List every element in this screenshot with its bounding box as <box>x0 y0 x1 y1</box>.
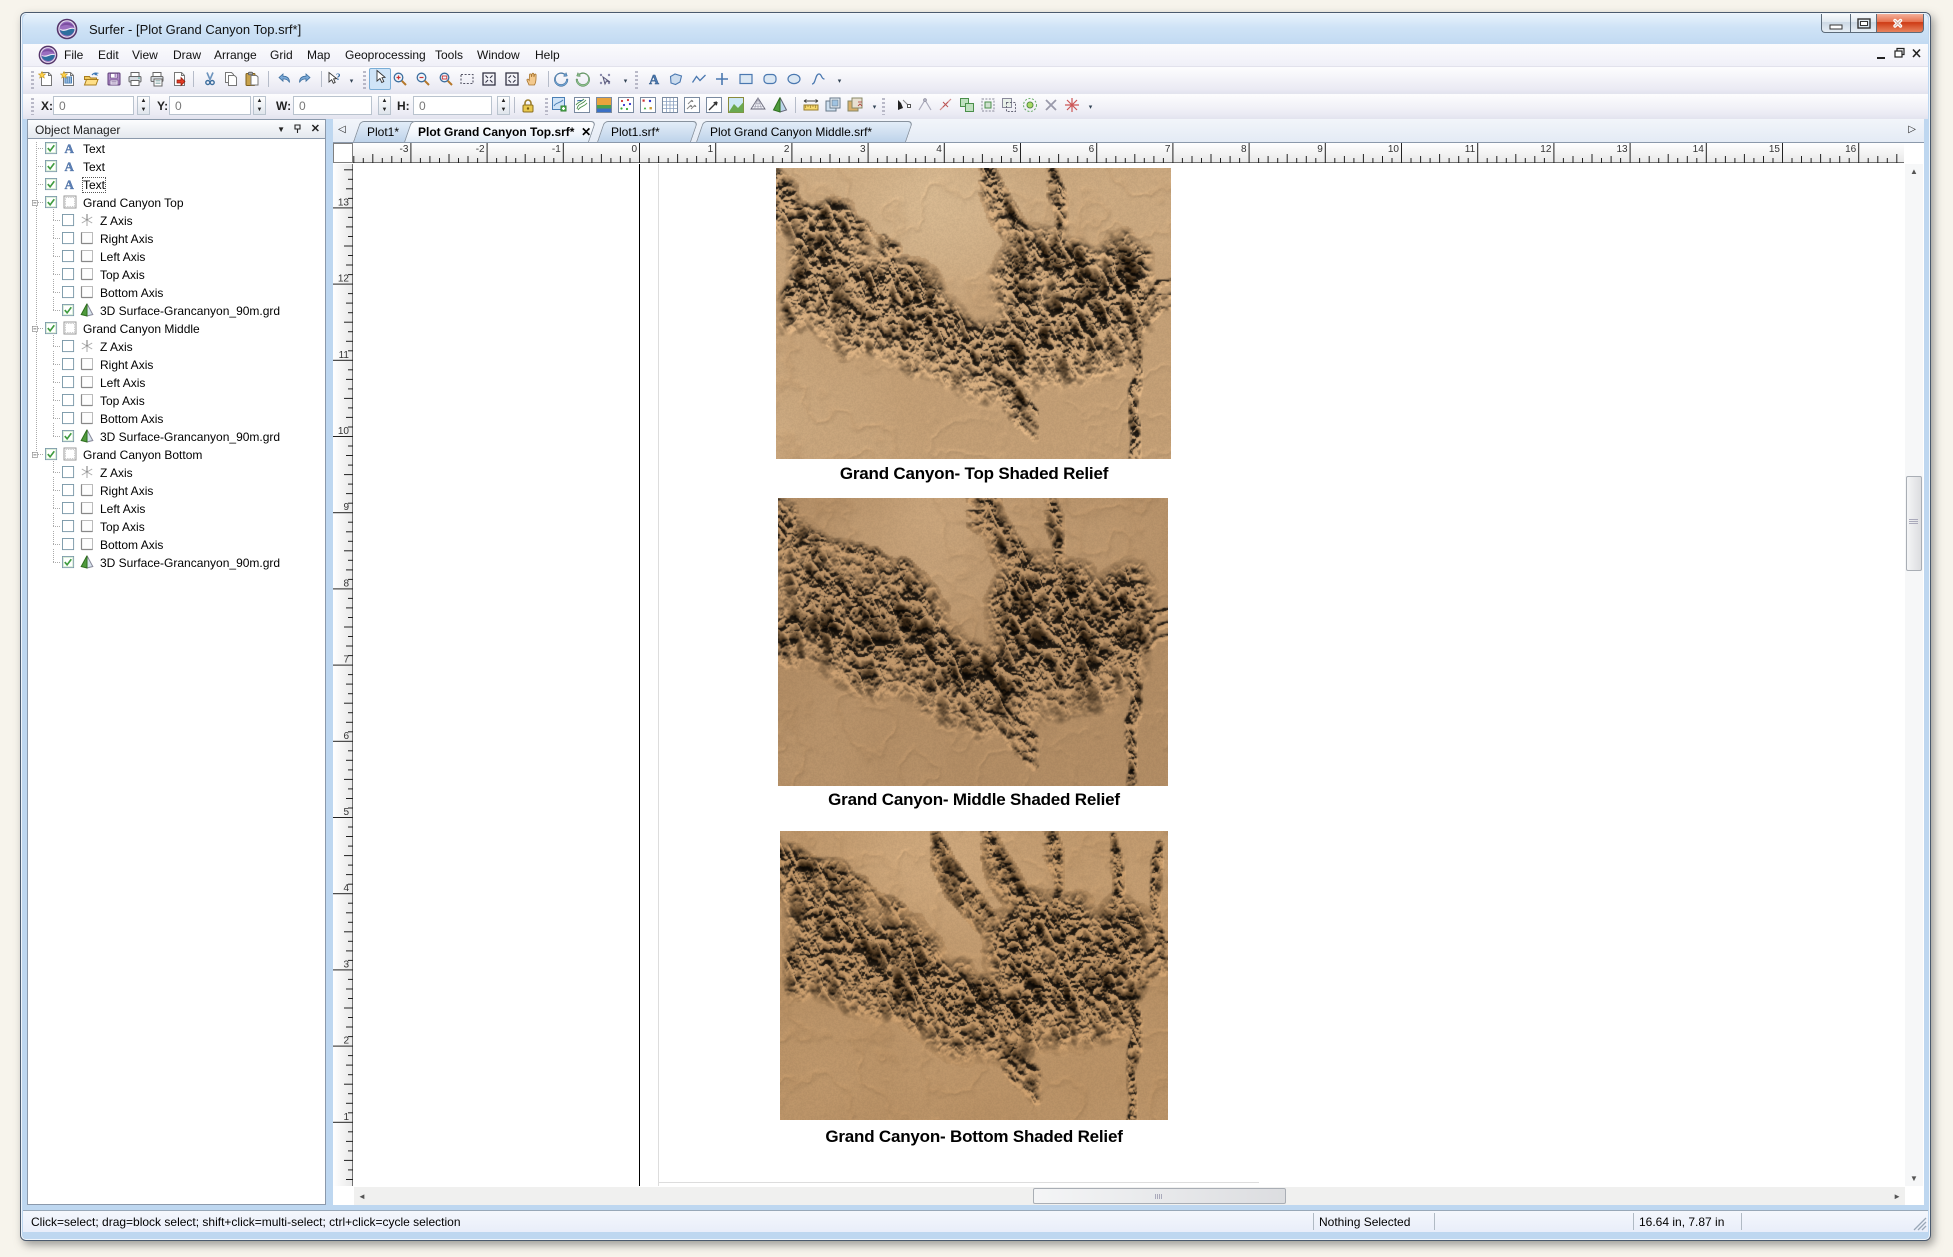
svg-text:3: 3 <box>343 959 349 970</box>
svg-text:5: 5 <box>343 807 349 818</box>
svg-text:2: 2 <box>343 1036 349 1047</box>
svg-text:3: 3 <box>860 144 866 155</box>
svg-text:5: 5 <box>1012 144 1018 155</box>
svg-text:8: 8 <box>343 578 349 589</box>
svg-text:4: 4 <box>936 144 942 155</box>
svg-text:-2: -2 <box>476 144 485 155</box>
svg-text:9: 9 <box>1317 144 1323 155</box>
svg-text:A: A <box>65 141 75 155</box>
svg-text:15: 15 <box>1769 144 1781 155</box>
svg-text:11: 11 <box>1465 144 1476 155</box>
svg-text:14: 14 <box>1693 144 1705 155</box>
svg-text:9: 9 <box>343 502 349 513</box>
svg-text:16: 16 <box>1845 144 1857 155</box>
svg-text:7: 7 <box>343 655 349 666</box>
svg-text:12: 12 <box>1540 144 1552 155</box>
svg-text:A: A <box>65 177 75 191</box>
svg-text:1: 1 <box>708 144 714 155</box>
svg-text:13: 13 <box>338 197 350 208</box>
svg-text:?: ? <box>336 72 341 82</box>
svg-text:13: 13 <box>1616 144 1628 155</box>
svg-text:7: 7 <box>1165 144 1171 155</box>
svg-text:-3: -3 <box>399 144 408 155</box>
svg-text:1: 1 <box>343 1112 349 1123</box>
svg-text:8: 8 <box>1241 144 1247 155</box>
svg-text:11: 11 <box>339 350 350 361</box>
svg-text:2: 2 <box>784 144 790 155</box>
svg-text:10: 10 <box>1388 144 1400 155</box>
svg-text:A: A <box>65 159 75 173</box>
svg-text:4: 4 <box>343 883 349 894</box>
svg-text:A: A <box>649 73 660 87</box>
svg-text:10: 10 <box>338 426 350 437</box>
svg-text:6: 6 <box>1089 144 1095 155</box>
svg-text:12: 12 <box>338 274 350 285</box>
svg-text:6: 6 <box>343 731 349 742</box>
svg-text:-1: -1 <box>552 144 561 155</box>
svg-text:0: 0 <box>631 144 637 155</box>
